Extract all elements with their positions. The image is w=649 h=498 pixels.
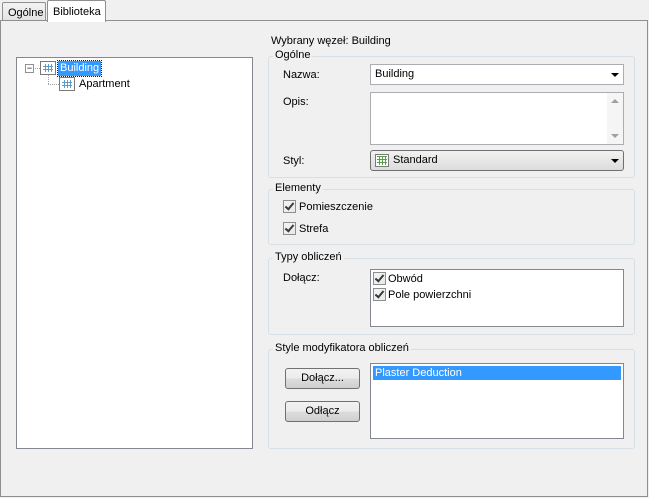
style-label-text: Styl: <box>283 155 305 167</box>
tab-library[interactable]: Biblioteka <box>47 0 106 22</box>
room-checkbox[interactable] <box>283 200 296 213</box>
selected-node-prefix: Wybrany węzeł: <box>271 35 352 47</box>
name-label: Nazwa: <box>283 69 320 82</box>
modifiers-group-legend: Style modyfikatora obliczeń <box>273 342 411 355</box>
description-scrollbar[interactable] <box>607 93 623 144</box>
style-combobox[interactable]: Standard <box>370 150 624 171</box>
style-combobox-value: Standard <box>393 154 438 166</box>
selected-node-heading: Wybrany węzeł: Building <box>271 35 391 48</box>
calc-types-list[interactable]: Obwód Pole powierzchni <box>370 269 624 327</box>
tree-connector <box>48 84 59 85</box>
apartment-node-icon <box>59 77 75 91</box>
tree-node-building[interactable]: Building <box>56 60 103 77</box>
room-checkbox-label[interactable]: Pomieszczenie <box>299 201 373 214</box>
tab-general-label: Ogólne <box>8 7 44 19</box>
tab-library-label: Biblioteka <box>53 6 101 18</box>
calc-attach-label: Dołącz: <box>283 272 320 284</box>
name-label-text: Nazwa: <box>283 69 320 81</box>
elements-group <box>268 189 635 245</box>
style-grid-icon <box>375 154 389 167</box>
scroll-down-icon[interactable] <box>611 134 619 138</box>
name-combobox[interactable]: Building <box>370 64 624 85</box>
checkmark-icon <box>374 272 385 283</box>
description-field[interactable] <box>370 92 624 145</box>
calc-types-group-legend: Typy obliczeń <box>273 251 344 264</box>
modifier-list-item[interactable]: Plaster Deduction <box>373 366 621 380</box>
description-label: Opis: <box>283 96 309 109</box>
building-node-icon <box>40 61 56 75</box>
checkmark-icon <box>284 200 295 211</box>
attach-modifier-button[interactable]: Dołącz... <box>285 368 360 389</box>
checkmark-icon <box>374 288 385 299</box>
library-tree[interactable]: − Building Apartment <box>16 57 253 449</box>
area-checkbox[interactable] <box>373 288 386 301</box>
library-tab-panel: − Building Apartment Wybrany węzeł: Buil… <box>0 20 648 497</box>
selected-node-value: Building <box>351 35 391 47</box>
name-combobox-value: Building <box>375 68 415 80</box>
detach-modifier-button[interactable]: Odłącz <box>285 401 360 422</box>
area-label[interactable]: Pole powierzchni <box>388 289 471 302</box>
collapse-icon[interactable]: − <box>25 64 34 73</box>
tab-general[interactable]: Ogólne <box>2 2 46 21</box>
scroll-up-icon[interactable] <box>611 99 619 103</box>
description-label-text: Opis: <box>283 96 309 108</box>
attach-modifier-button-label: Dołącz... <box>301 372 344 384</box>
modifiers-list[interactable]: Plaster Deduction <box>370 363 624 439</box>
zone-checkbox[interactable] <box>283 222 296 235</box>
zone-checkbox-label[interactable]: Strefa <box>299 223 328 236</box>
detach-modifier-button-label: Odłącz <box>305 405 340 417</box>
chevron-down-icon[interactable] <box>611 73 619 77</box>
style-label: Styl: <box>283 155 304 168</box>
checkmark-icon <box>284 222 295 233</box>
elements-group-legend: Elementy <box>273 182 323 195</box>
perimeter-label[interactable]: Obwód <box>388 273 423 286</box>
tree-node-apartment[interactable]: Apartment <box>77 77 132 92</box>
tree-connector <box>48 75 49 84</box>
chevron-down-icon[interactable] <box>611 159 619 163</box>
general-group-legend: Ogólne <box>273 49 313 62</box>
perimeter-checkbox[interactable] <box>373 272 386 285</box>
